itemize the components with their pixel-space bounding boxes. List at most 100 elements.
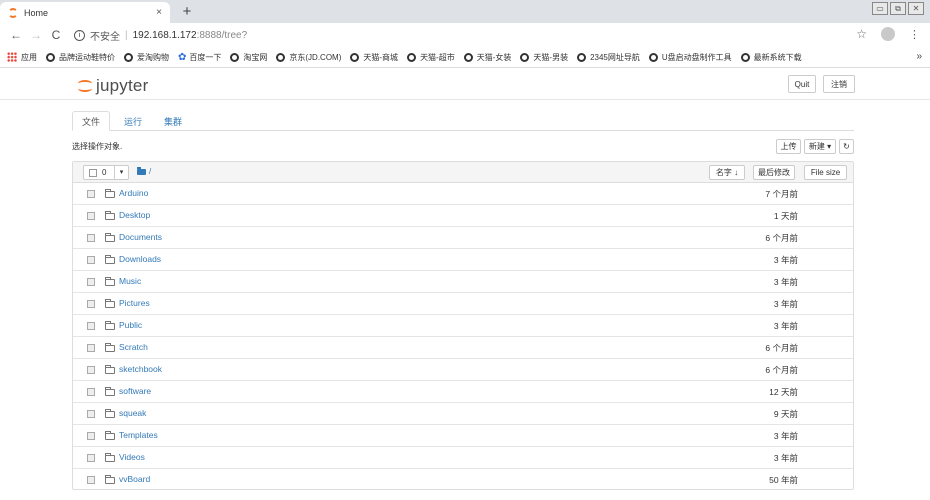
address-separator: | (125, 29, 128, 41)
bookmark-item[interactable]: 2345网址导航 (577, 52, 640, 63)
forward-button[interactable]: → (28, 28, 44, 42)
window-controls: ▭ ⧉ ✕ (872, 2, 924, 15)
file-row[interactable]: software 12 天前 (73, 381, 853, 403)
info-icon[interactable]: i (74, 29, 85, 41)
select-all-control[interactable]: 0 ▾ (83, 165, 129, 180)
row-checkbox[interactable] (87, 212, 95, 220)
omnibox[interactable]: i 不安全 | 192.168.1.172 :8888/tree? (74, 28, 247, 43)
sort-by-modified-button[interactable]: 最后修改 (753, 165, 795, 180)
bookmark-item[interactable]: ✿ 百度一下 (178, 52, 221, 63)
file-row[interactable]: Arduino 7 个月前 (73, 183, 853, 205)
bookmark-item[interactable]: 天猫-男装 (520, 52, 568, 63)
file-row[interactable]: Documents 6 个月前 (73, 227, 853, 249)
file-name-link[interactable]: Scratch (119, 342, 148, 352)
tab-files[interactable]: 文件 (72, 111, 110, 131)
select-all-checkbox[interactable] (89, 168, 97, 177)
file-row[interactable]: Scratch 6 个月前 (73, 337, 853, 359)
file-name-link[interactable]: Downloads (119, 254, 161, 264)
tab-close-icon[interactable]: × (156, 7, 162, 18)
row-checkbox[interactable] (87, 190, 95, 198)
file-row[interactable]: Public 3 年前 (73, 315, 853, 337)
row-checkbox[interactable] (87, 300, 95, 308)
tab-clusters[interactable]: 集群 (156, 111, 190, 131)
row-checkbox[interactable] (87, 388, 95, 396)
last-modified: 1 天前 (773, 211, 798, 221)
file-name-link[interactable]: vvBoard (119, 474, 150, 484)
row-checkbox[interactable] (87, 366, 95, 374)
close-window-button[interactable]: ✕ (908, 2, 924, 15)
select-dropdown-icon[interactable]: ▾ (114, 166, 128, 179)
file-name-link[interactable]: Arduino (119, 188, 148, 198)
file-row[interactable]: Pictures 3 年前 (73, 293, 853, 315)
jupyter-logo[interactable]: jupyter (78, 76, 148, 96)
row-checkbox[interactable] (87, 278, 95, 286)
row-checkbox[interactable] (87, 454, 95, 462)
jupyter-header: jupyter Quit 注销 (0, 68, 930, 100)
sort-by-name-button[interactable]: 名字 ↓ (709, 165, 745, 180)
file-row[interactable]: Templates 3 年前 (73, 425, 853, 447)
file-row[interactable]: Music 3 年前 (73, 271, 853, 293)
file-row[interactable]: vvBoard 50 年前 (73, 469, 853, 489)
row-checkbox[interactable] (87, 322, 95, 330)
globe-icon (648, 52, 658, 62)
tab-running[interactable]: 运行 (116, 111, 150, 131)
bookmark-item[interactable]: 品牌运动鞋特价 (46, 52, 115, 63)
file-name-link[interactable]: Public (119, 320, 142, 330)
file-name-link[interactable]: Pictures (119, 298, 150, 308)
bookmark-item[interactable]: 天猫-商城 (350, 52, 398, 63)
baidu-icon: ✿ (178, 51, 187, 63)
row-checkbox[interactable] (87, 432, 95, 440)
breadcrumb[interactable]: / (149, 167, 151, 176)
row-checkbox[interactable] (87, 410, 95, 418)
upload-button[interactable]: 上传 (776, 139, 801, 154)
logout-button[interactable]: 注销 (823, 75, 855, 93)
sort-by-size-button[interactable]: File size (804, 165, 847, 180)
row-checkbox[interactable] (87, 344, 95, 352)
folder-icon (105, 453, 115, 462)
browser-tab[interactable]: Home × (0, 2, 170, 23)
bookmark-item[interactable]: 天猫-超市 (407, 52, 455, 63)
url-host: 192.168.1.172 (132, 29, 197, 41)
file-row[interactable]: sketchbook 6 个月前 (73, 359, 853, 381)
bookmark-item[interactable]: 天猫-女装 (463, 52, 511, 63)
globe-icon (740, 52, 750, 62)
file-row[interactable]: squeak 9 天前 (73, 403, 853, 425)
file-name-link[interactable]: Videos (119, 452, 145, 462)
file-name-link[interactable]: Desktop (119, 210, 150, 220)
new-tab-button[interactable]: + (180, 3, 194, 20)
bookmark-item[interactable]: U盘启动盘制作工具 (648, 52, 732, 63)
row-checkbox[interactable] (87, 256, 95, 264)
folder-icon (105, 277, 115, 286)
bookmark-item[interactable]: 最新系统下载 (740, 52, 802, 63)
row-checkbox[interactable] (87, 234, 95, 242)
minimize-button[interactable]: ▭ (872, 2, 888, 15)
reload-button[interactable]: C (48, 28, 64, 42)
bookmark-item[interactable]: 京东(JD.COM) (276, 52, 341, 63)
back-button[interactable]: ← (8, 28, 24, 42)
file-row[interactable]: Videos 3 年前 (73, 447, 853, 469)
bookmarks-more-button[interactable]: » (916, 51, 922, 62)
maximize-button[interactable]: ⧉ (890, 2, 906, 15)
folder-icon (105, 189, 115, 198)
row-checkbox[interactable] (87, 476, 95, 484)
file-name-link[interactable]: software (119, 386, 151, 396)
bookmark-item[interactable]: 淘宝网 (230, 52, 267, 63)
file-row[interactable]: Desktop 1 天前 (73, 205, 853, 227)
browser-menu-icon[interactable]: ⋮ (909, 28, 920, 41)
last-modified: 50 年前 (769, 475, 798, 485)
new-dropdown-button[interactable]: 新建 ▾ (804, 139, 836, 154)
bookmark-item[interactable]: 爱淘购物 (124, 52, 169, 63)
profile-avatar-icon[interactable] (881, 27, 895, 41)
file-row[interactable]: Downloads 3 年前 (73, 249, 853, 271)
bookmark-star-icon[interactable]: ☆ (856, 27, 867, 41)
file-name-link[interactable]: Templates (119, 430, 158, 440)
globe-icon (463, 52, 473, 62)
quit-button[interactable]: Quit (788, 75, 816, 93)
file-name-link[interactable]: sketchbook (119, 364, 162, 374)
file-name-link[interactable]: Music (119, 276, 141, 286)
bookmark-apps[interactable]: 应用 (7, 52, 37, 63)
folder-icon[interactable] (137, 167, 146, 175)
file-name-link[interactable]: Documents (119, 232, 162, 242)
refresh-icon[interactable]: ↻ (839, 139, 854, 154)
file-name-link[interactable]: squeak (119, 408, 146, 418)
